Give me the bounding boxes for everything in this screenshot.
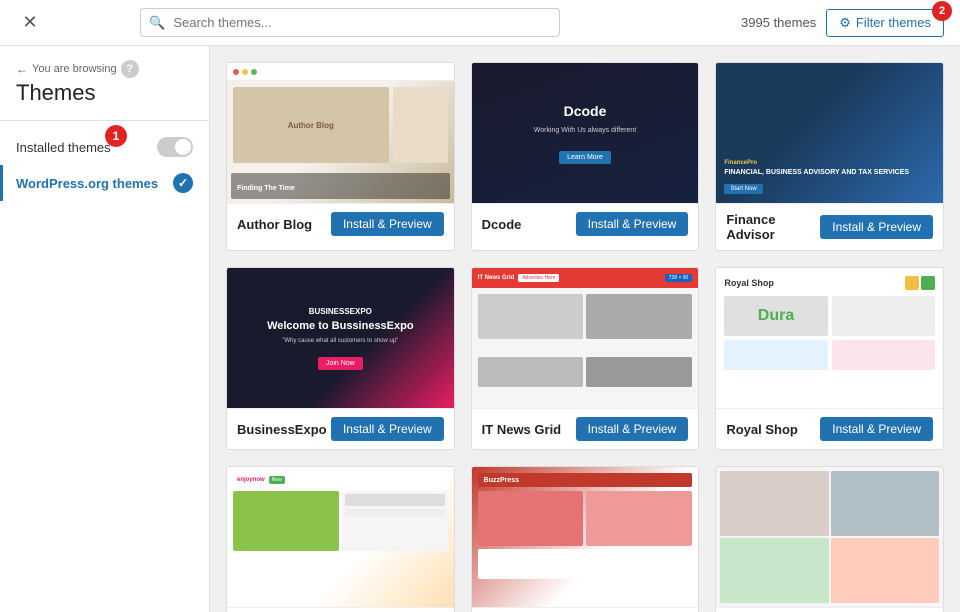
main-content: ← You are browsing ? Themes Installed th… xyxy=(0,46,960,612)
theme-name-finance-advisor: Finance Advisor xyxy=(726,212,820,242)
install-btn-dcode[interactable]: Install & Preview xyxy=(576,212,689,236)
theme-card-businessexpo[interactable]: BUSINESSEXPO Welcome to BussinessExpo "W… xyxy=(226,267,455,450)
theme-grid: Author Blog Finding The Time Author Blog… xyxy=(226,62,944,612)
themes-count: 3995 themes xyxy=(741,15,816,30)
filter-btn-wrapper: ⚙ Filter themes 2 xyxy=(826,9,944,37)
theme-card-it-news-grid[interactable]: IT News Grid Advertise Here 728 × 90 IT … xyxy=(471,267,700,450)
theme-name-dcode: Dcode xyxy=(482,217,522,232)
theme-card-last[interactable]: Theme Install & Preview xyxy=(715,466,944,612)
theme-card-royal-shop[interactable]: Royal Shop Dura xyxy=(715,267,944,450)
theme-preview-dcode: Dcode Working With Us always different L… xyxy=(472,63,699,203)
search-input[interactable] xyxy=(140,8,560,37)
help-icon[interactable]: ? xyxy=(121,60,139,78)
theme-footer-last: Theme Install & Preview xyxy=(716,607,943,612)
theme-preview-buzzpress: BuzzPress xyxy=(472,467,699,607)
theme-preview-author-blog: Author Blog Finding The Time xyxy=(227,63,454,203)
theme-preview-royal-shop: Royal Shop Dura xyxy=(716,268,943,408)
theme-card-buzzpress[interactable]: BuzzPress BuzzPress Install & Preview xyxy=(471,466,700,612)
filter-badge: 2 xyxy=(932,1,952,21)
search-bar-container: 🔍 xyxy=(140,8,560,37)
theme-footer-finance-advisor: Finance Advisor Install & Preview xyxy=(716,203,943,250)
theme-name-it-news-grid: IT News Grid xyxy=(482,422,561,437)
sidebar-header: ← You are browsing ? Themes xyxy=(0,46,209,112)
theme-preview-businessexpo: BUSINESSEXPO Welcome to BussinessExpo "W… xyxy=(227,268,454,408)
theme-preview-finance-advisor: FinancePro FINANCIAL, BUSINESS ADVISORY … xyxy=(716,63,943,203)
theme-footer-royal-shop: Royal Shop Install & Preview xyxy=(716,408,943,449)
theme-preview-enjoynow: enjoynow New xyxy=(227,467,454,607)
back-button[interactable]: ← xyxy=(16,62,28,76)
theme-card-enjoynow[interactable]: enjoynow New EnjoyNow xyxy=(226,466,455,612)
theme-grid-wrapper: Author Blog Finding The Time Author Blog… xyxy=(210,46,960,612)
top-bar: ✕ 🔍 3995 themes ⚙ Filter themes 2 xyxy=(0,0,960,46)
close-button[interactable]: ✕ xyxy=(16,9,44,37)
theme-name-businessexpo: BusinessExpo xyxy=(237,422,327,437)
theme-footer-enjoynow: EnjoyNow Install & Preview xyxy=(227,607,454,612)
gear-icon: ⚙ xyxy=(839,15,851,31)
theme-name-author-blog: Author Blog xyxy=(237,217,312,232)
theme-footer-buzzpress: BuzzPress Install & Preview xyxy=(472,607,699,612)
theme-footer-it-news-grid: IT News Grid Install & Preview xyxy=(472,408,699,449)
theme-card-author-blog[interactable]: Author Blog Finding The Time Author Blog… xyxy=(226,62,455,251)
filter-themes-button[interactable]: ⚙ Filter themes xyxy=(826,9,944,37)
install-btn-author-blog[interactable]: Install & Preview xyxy=(331,212,444,236)
theme-footer-author-blog: Author Blog Install & Preview xyxy=(227,203,454,244)
sidebar-title: Themes xyxy=(16,80,193,106)
install-btn-businessexpo[interactable]: Install & Preview xyxy=(331,417,444,441)
install-btn-finance-advisor[interactable]: Install & Preview xyxy=(820,215,933,239)
install-btn-royal-shop[interactable]: Install & Preview xyxy=(820,417,933,441)
theme-preview-it-news-grid: IT News Grid Advertise Here 728 × 90 xyxy=(472,268,699,408)
theme-footer-dcode: Dcode Install & Preview xyxy=(472,203,699,244)
wordpress-org-check: ✓ xyxy=(173,173,193,193)
theme-card-finance-advisor[interactable]: FinancePro FINANCIAL, BUSINESS ADVISORY … xyxy=(715,62,944,251)
theme-footer-businessexpo: BusinessExpo Install & Preview xyxy=(227,408,454,449)
install-btn-it-news-grid[interactable]: Install & Preview xyxy=(576,417,689,441)
sidebar: ← You are browsing ? Themes Installed th… xyxy=(0,46,210,612)
sidebar-item-installed[interactable]: Installed themes 1 xyxy=(0,129,209,165)
browsing-label: You are browsing xyxy=(32,63,117,75)
sidebar-divider xyxy=(0,120,209,121)
wordpress-org-label: WordPress.org themes xyxy=(16,176,158,191)
theme-card-dcode[interactable]: Dcode Working With Us always different L… xyxy=(471,62,700,251)
sidebar-item-wordpress-org[interactable]: WordPress.org themes ✓ xyxy=(0,165,209,201)
installed-themes-label: Installed themes xyxy=(16,140,111,155)
top-right-actions: 3995 themes ⚙ Filter themes 2 xyxy=(741,9,944,37)
theme-name-royal-shop: Royal Shop xyxy=(726,422,798,437)
installed-toggle[interactable] xyxy=(157,137,193,157)
search-icon: 🔍 xyxy=(149,15,165,31)
theme-preview-last xyxy=(716,467,943,607)
